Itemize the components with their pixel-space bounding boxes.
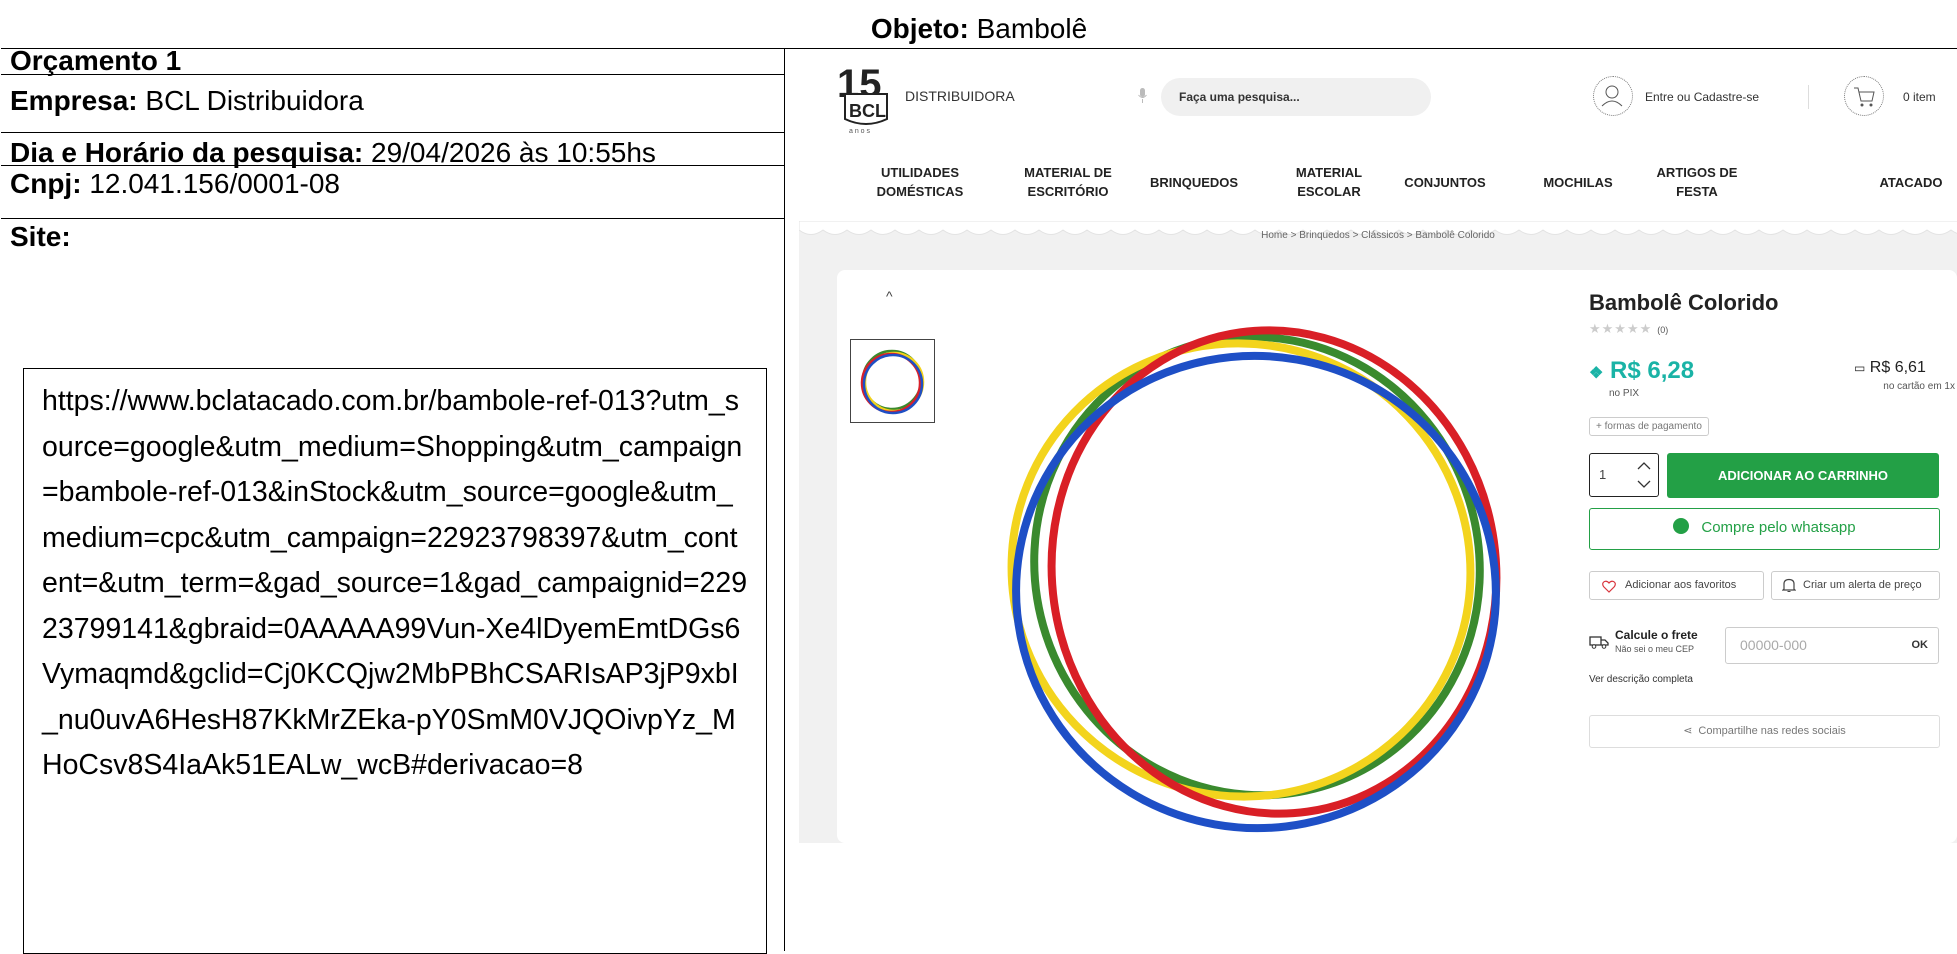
freight-title: Calcule o frete <box>1615 628 1698 642</box>
svg-text:BCL: BCL <box>849 101 886 121</box>
product-image-hoops <box>1007 326 1501 833</box>
nav-utilidades[interactable]: UTILIDADES DOMÉSTICAS <box>877 163 964 201</box>
object-value: Bambolê <box>976 13 1088 44</box>
truck-icon <box>1589 636 1609 649</box>
stepper-arrows-icon[interactable] <box>1636 459 1652 491</box>
cnpj-value: 12.041.156/0001-08 <box>89 168 340 199</box>
microphone-icon[interactable] <box>1138 88 1147 103</box>
date-cell: Dia e Horário da pesquisa: 29/04/2026 às… <box>1 133 784 168</box>
cnpj-label: Cnpj: <box>10 168 82 199</box>
date-value: 29/04/2026 às 10:55hs <box>371 137 656 168</box>
nav-mochilas[interactable]: MOCHILAS <box>1543 173 1612 192</box>
breadcrumb[interactable]: Home > Brinquedos > Clássicos > Bambolê … <box>799 230 1957 241</box>
cep-ok-button[interactable]: OK <box>1912 628 1929 663</box>
cep-input[interactable]: 00000-000 OK <box>1725 627 1939 664</box>
product-title: Bambolê Colorido <box>1589 290 1779 315</box>
site-screenshot: 15 BCL a n o s DISTRIBUIDORA Faça uma pe… <box>799 55 1957 843</box>
logo-text: DISTRIBUIDORA <box>905 88 1015 104</box>
date-label: Dia e Horário da pesquisa: <box>10 137 364 168</box>
site-url-box: https://www.bclatacado.com.br/bambole-re… <box>23 368 767 954</box>
credit-card-icon: ▭ <box>1854 361 1866 375</box>
nav-artigos-festa[interactable]: ARTIGOS DE FESTA <box>1657 163 1738 201</box>
company-cell: Empresa: BCL Distribuidora <box>1 75 784 133</box>
object-label: Objeto: <box>870 13 969 44</box>
quantity-value[interactable]: 1 <box>1599 467 1606 482</box>
site-cell: Site: <box>1 219 784 259</box>
company-label: Empresa: <box>10 85 138 116</box>
nav-brinquedos[interactable]: BRINQUEDOS <box>1150 173 1238 192</box>
login-link[interactable]: Entre ou Cadastre-se <box>1645 90 1759 104</box>
full-description-link[interactable]: Ver descrição completa <box>1589 674 1693 685</box>
cart-count[interactable]: 0 item <box>1903 90 1936 104</box>
whatsapp-button[interactable]: Compre pelo whatsapp <box>1589 508 1940 550</box>
cart-icon[interactable] <box>1844 76 1884 116</box>
bell-icon <box>1782 578 1796 592</box>
add-to-cart-button[interactable]: ADICIONAR AO CARRINHO <box>1667 453 1939 498</box>
whatsapp-icon <box>1673 518 1690 534</box>
budget-title-cell: Orçamento 1 <box>1 45 784 76</box>
freight-unknown-cep-link[interactable]: Não sei o meu CEP <box>1615 644 1694 654</box>
review-count: (0) <box>1657 325 1669 335</box>
payment-options-link[interactable]: + formas de pagamento <box>1589 417 1709 436</box>
user-icon[interactable] <box>1593 76 1633 116</box>
cnpj-cell: Cnpj: 12.041.156/0001-08 <box>1 166 784 219</box>
quantity-stepper[interactable]: 1 <box>1589 453 1659 497</box>
heart-icon <box>1602 580 1616 593</box>
price-alert-button[interactable]: Criar um alerta de preço <box>1771 571 1940 600</box>
object-header: Objeto: Bambolê <box>1 10 1957 49</box>
company-value: BCL Distribuidora <box>145 85 364 116</box>
rating-stars: ★★★★★ (0) <box>1589 321 1669 336</box>
share-icon: ⋖ <box>1683 725 1693 737</box>
site-label: Site: <box>10 221 71 252</box>
header-divider <box>1808 85 1809 109</box>
cep-placeholder[interactable]: 00000-000 <box>1740 628 1807 663</box>
nav-material-escritorio[interactable]: MATERIAL DE ESCRITÓRIO <box>1024 163 1112 201</box>
card-installment-label: no cartão em 1x <box>1883 381 1955 392</box>
product-thumbnail[interactable] <box>850 339 935 423</box>
bcl-logo: 15 BCL a n o s <box>837 62 888 135</box>
nav-conjuntos[interactable]: CONJUNTOS <box>1404 173 1485 192</box>
share-button[interactable]: ⋖ Compartilhe nas redes sociais <box>1589 715 1940 748</box>
budget-title: Orçamento 1 <box>10 45 182 76</box>
nav-atacado[interactable]: ATACADO <box>1879 173 1942 192</box>
budget-panel: Orçamento 1 Empresa: BCL Distribuidora D… <box>1 45 785 954</box>
site-url[interactable]: https://www.bclatacado.com.br/bambole-re… <box>42 385 747 781</box>
search-input[interactable]: Faça uma pesquisa... <box>1161 78 1431 116</box>
add-favorites-button[interactable]: Adicionar aos favoritos <box>1589 571 1764 600</box>
price-card: ▭ R$ 6,61 <box>1854 359 1926 376</box>
nav-material-escolar[interactable]: MATERIAL ESCOLAR <box>1296 163 1362 201</box>
svg-text:a n o s: a n o s <box>849 128 871 135</box>
price-pix: ❖ R$ 6,28 <box>1589 357 1695 384</box>
pix-label: no PIX <box>1609 388 1640 399</box>
chevron-up-icon[interactable]: ^ <box>886 288 893 304</box>
